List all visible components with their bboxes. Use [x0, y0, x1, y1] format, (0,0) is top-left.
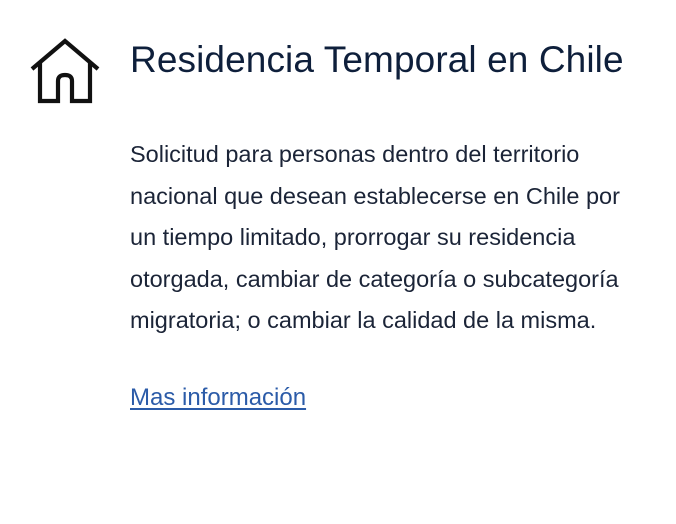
more-info-link[interactable]: Mas información	[130, 382, 306, 414]
service-card: Residencia Temporal en Chile Solicitud p…	[0, 0, 676, 524]
home-icon	[28, 38, 102, 104]
card-description: Solicitud para personas dentro del terri…	[130, 141, 620, 333]
card-title: Residencia Temporal en Chile	[130, 39, 624, 80]
card-content: Residencia Temporal en Chile Solicitud p…	[130, 36, 650, 414]
